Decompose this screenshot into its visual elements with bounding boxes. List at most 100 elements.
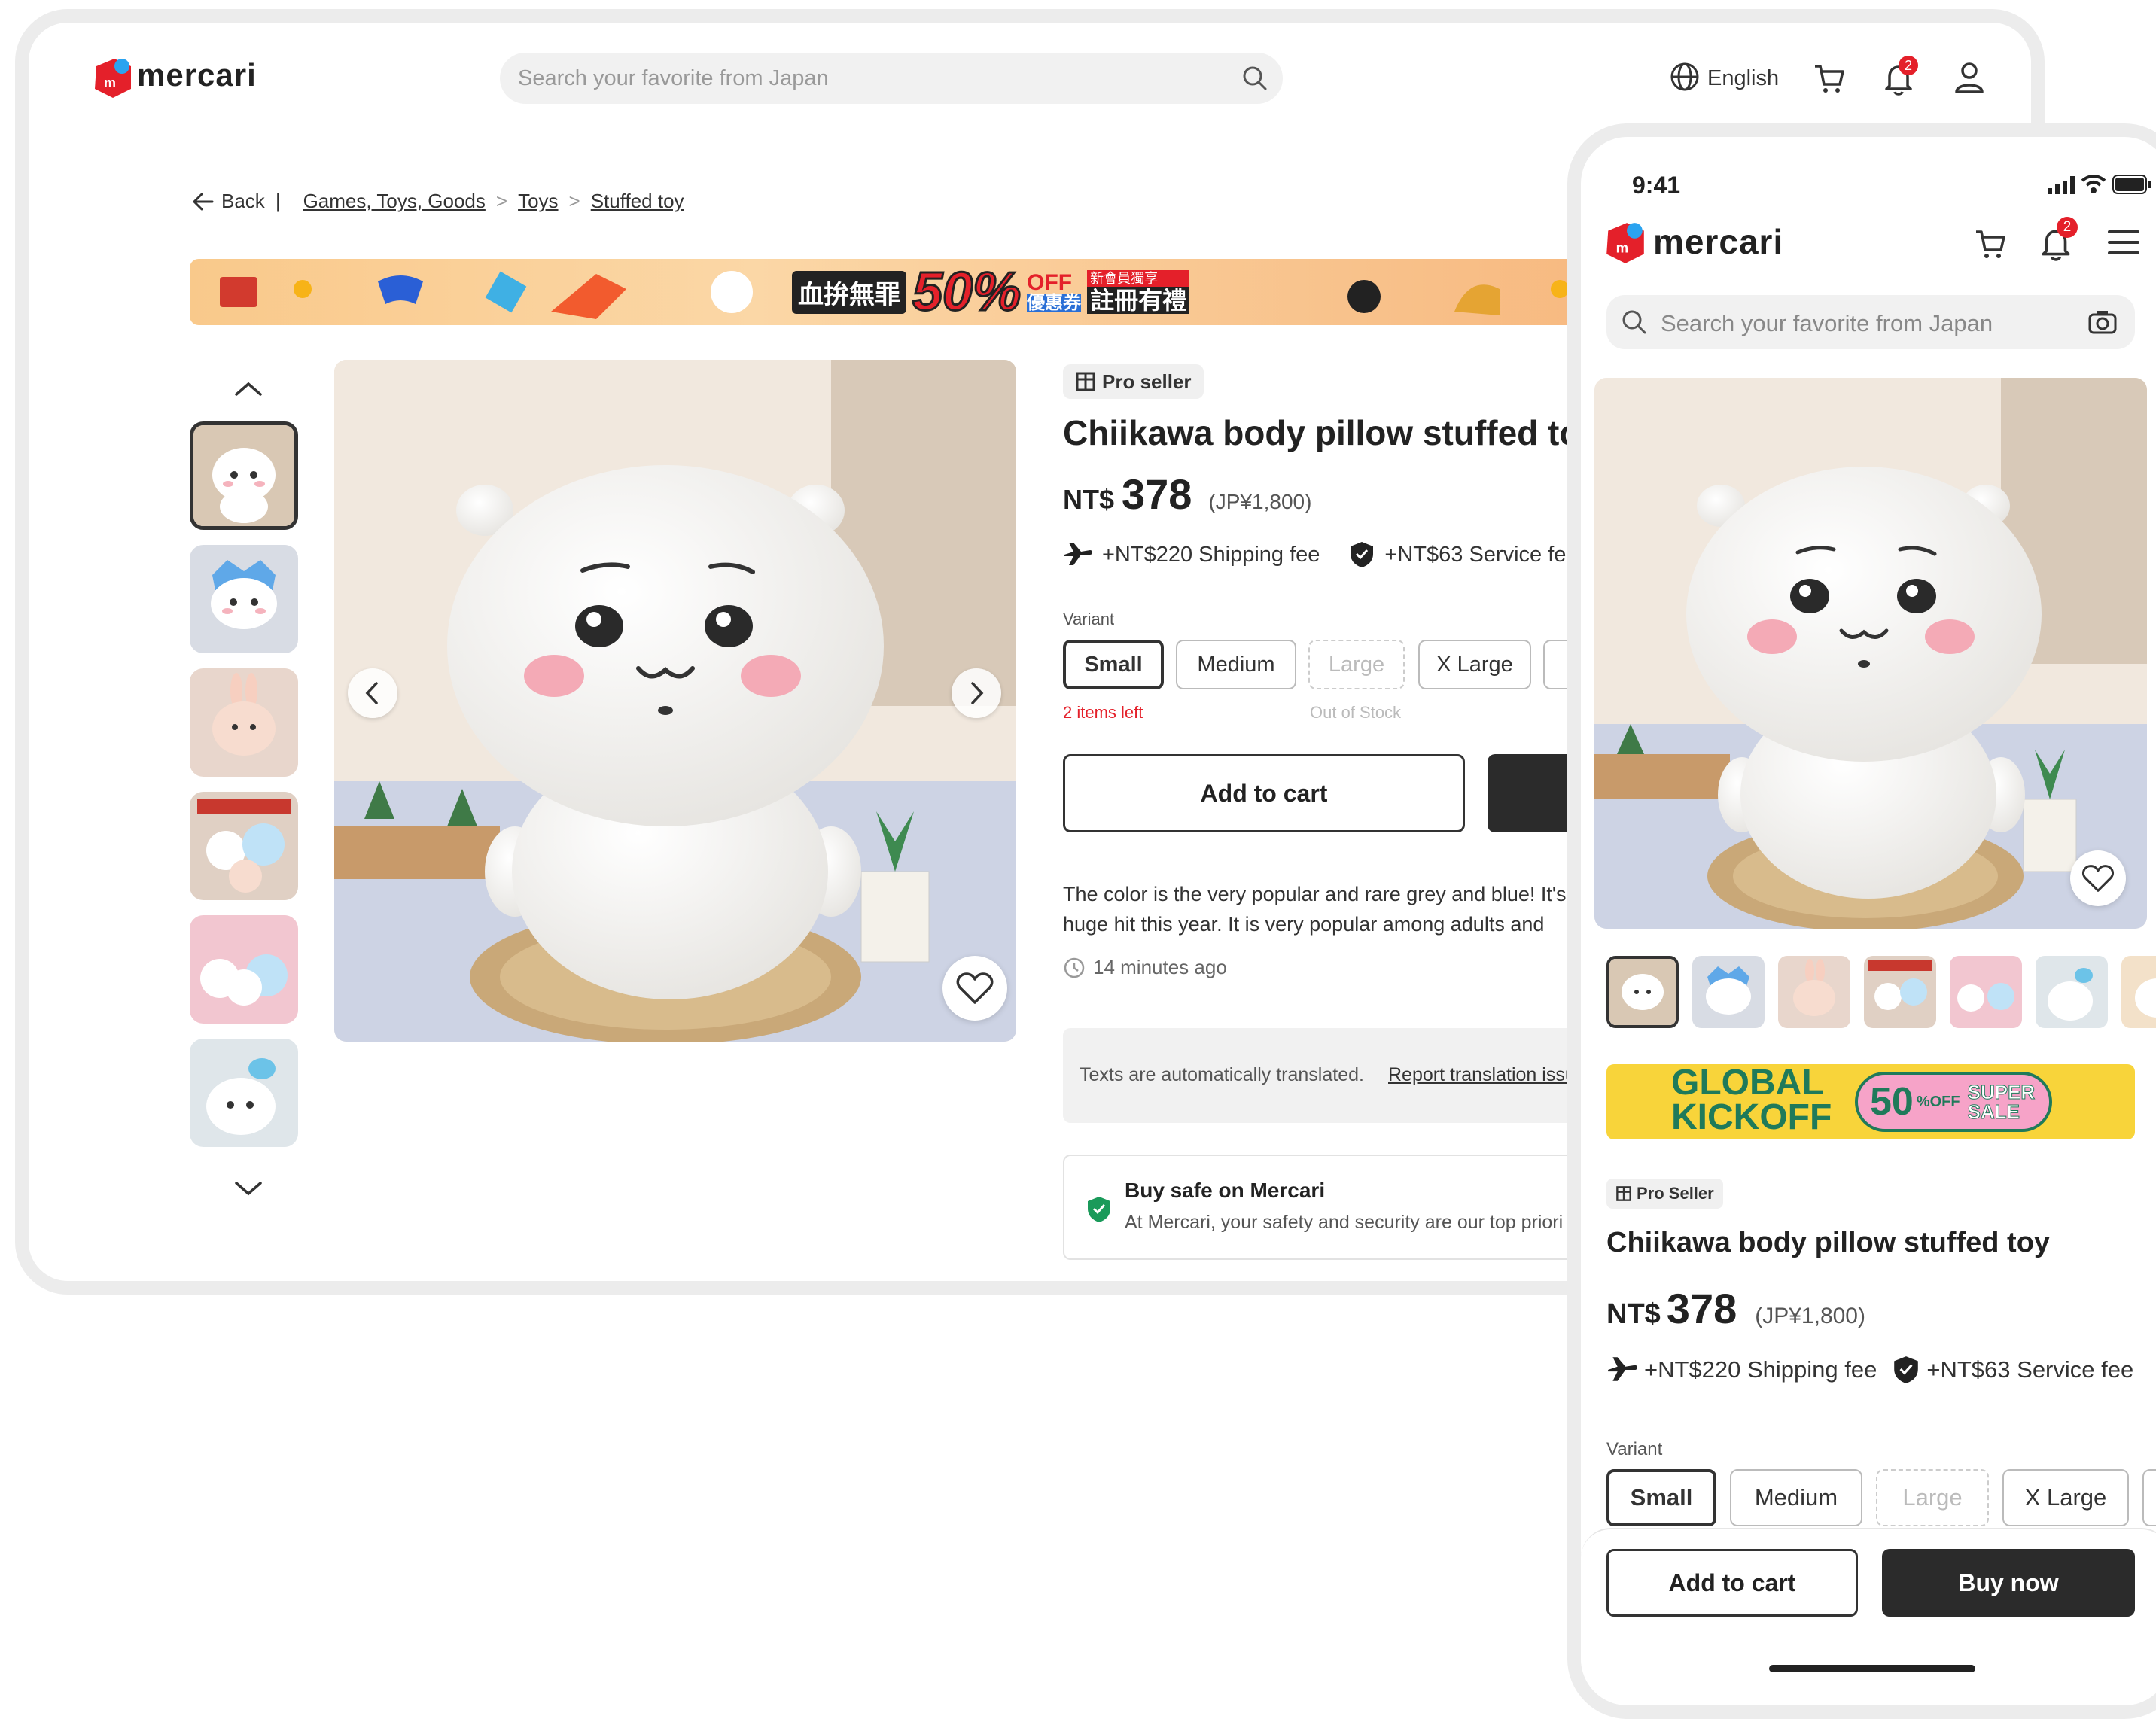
- thumbnail[interactable]: [2036, 956, 2108, 1028]
- back-arrow-icon: [192, 193, 214, 210]
- favorite-button[interactable]: [942, 956, 1007, 1021]
- search-icon[interactable]: [1242, 65, 1268, 91]
- next-image-button[interactable]: [952, 668, 1001, 718]
- fees-row: +NT$220 Shipping fee +NT$63 Service fee: [1606, 1355, 2133, 1385]
- prev-image-button[interactable]: [348, 668, 397, 718]
- plush-thumbnail-image: [2121, 956, 2156, 1028]
- chevron-right-icon: >: [568, 190, 580, 212]
- notifications[interactable]: 2: [1883, 56, 1921, 96]
- cart-icon[interactable]: [1813, 62, 1846, 95]
- thumbnail[interactable]: [190, 668, 298, 777]
- home-indicator: [1769, 1665, 1975, 1672]
- language-label: English: [1707, 66, 1780, 90]
- buy-safe-title: Buy safe on Mercari: [1125, 1179, 1326, 1202]
- variant-option[interactable]: Large: [1876, 1469, 1989, 1526]
- variant-option[interactable]: Large: [1308, 640, 1405, 689]
- variant-label: Variant: [1063, 610, 1115, 628]
- variant-option[interactable]: Medium: [1730, 1469, 1862, 1526]
- main-product-image[interactable]: [334, 360, 1016, 1042]
- breadcrumb: Back | Games, Toys, Goods > Toys > Stuff…: [191, 190, 684, 213]
- thumbnail[interactable]: [190, 915, 298, 1024]
- add-to-cart-button[interactable]: Add to cart: [1063, 754, 1465, 832]
- thumbnail[interactable]: [1864, 956, 1936, 1028]
- back-link[interactable]: Back: [191, 190, 265, 213]
- thumbnail[interactable]: [190, 545, 298, 653]
- chevron-up-icon[interactable]: [233, 379, 263, 397]
- search-input[interactable]: Search your favorite from Japan: [518, 66, 829, 91]
- chevron-left-icon: [365, 682, 378, 704]
- thumbnail[interactable]: [190, 421, 298, 530]
- price-currency: NT$: [1063, 484, 1115, 515]
- breadcrumb-item[interactable]: Stuffed toy: [591, 190, 684, 213]
- user-icon[interactable]: [1954, 62, 1984, 95]
- plush-thumbnail-image: [190, 668, 298, 777]
- heart-icon: [2082, 865, 2114, 892]
- thumbnail[interactable]: [1606, 956, 1679, 1028]
- signal-icon: [2048, 176, 2075, 194]
- chevron-right-icon: [971, 682, 984, 704]
- thumbnail[interactable]: [190, 792, 298, 900]
- notification-badge: 2: [2057, 217, 2078, 238]
- promo-banner[interactable]: 血拚無罪 50% OFF 優惠券 新會員獨享 註冊有禮: [190, 259, 1605, 325]
- price: NT$ 378 (JP¥1,800): [1606, 1284, 1865, 1333]
- thumbnail[interactable]: [190, 1039, 298, 1147]
- thumbnail[interactable]: [1950, 956, 2022, 1028]
- thumbnail[interactable]: [2121, 956, 2156, 1028]
- plush-thumbnail-image: [1609, 959, 1676, 1025]
- breadcrumb-item[interactable]: Toys: [518, 190, 558, 213]
- mobile-logo[interactable]: m mercari: [1603, 220, 1829, 268]
- breadcrumb-item[interactable]: Games, Toys, Goods: [303, 190, 486, 213]
- shield-icon: [1894, 1356, 1919, 1383]
- translation-note: Texts are automatically translated.: [1080, 1064, 1364, 1085]
- variant-option[interactable]: [2142, 1469, 2156, 1526]
- plush-thumbnail-image: [1778, 956, 1850, 1028]
- fees-row: +NT$220 Shipping fee +NT$63 Service fee: [1063, 540, 1579, 569]
- plush-photo: [1594, 378, 2147, 929]
- banner-text-f: 註冊有禮: [1087, 287, 1190, 314]
- variant-option[interactable]: Small: [1063, 640, 1164, 689]
- shipping-fee: +NT$220 Shipping fee: [1644, 1356, 1877, 1383]
- plush-thumbnail-image: [190, 792, 298, 900]
- logo-text: mercari: [137, 57, 257, 93]
- report-translation-link[interactable]: Report translation issu: [1388, 1064, 1576, 1086]
- promo-percent: 50: [1870, 1080, 1914, 1124]
- site-logo[interactable]: m mercari: [92, 56, 273, 101]
- variant-option[interactable]: X Large: [1418, 640, 1531, 689]
- shipping-fee: +NT$220 Shipping fee: [1102, 542, 1320, 567]
- banner-text: 血拚無罪 50% OFF 優惠券 新會員獨享 註冊有禮: [792, 261, 1190, 324]
- heart-icon: [956, 972, 994, 1004]
- search-bar[interactable]: Search your favorite from Japan: [500, 53, 1283, 104]
- thumbnail[interactable]: [1692, 956, 1765, 1028]
- promo-line-2: KICKOFF: [1671, 1097, 1832, 1137]
- favorite-button[interactable]: [2070, 850, 2126, 906]
- service-fee: +NT$63 Service fee: [1384, 542, 1579, 567]
- bottom-action-bar: Add to cart Buy now: [1581, 1528, 2156, 1705]
- mobile-product-image[interactable]: [1594, 378, 2147, 929]
- shield-check-icon: [1088, 1197, 1110, 1222]
- language-selector[interactable]: English: [1670, 62, 1783, 95]
- promo-headline: GLOBAL KICKOFF: [1671, 1065, 1832, 1137]
- notifications[interactable]: 2: [2040, 217, 2079, 262]
- banner-text-d: 優惠券: [1027, 293, 1082, 313]
- banner-text-e: 新會員獨享: [1087, 270, 1190, 287]
- buy-now-button[interactable]: Buy now: [1882, 1549, 2135, 1617]
- menu-icon[interactable]: [2108, 229, 2139, 256]
- out-of-stock-note: Out of Stock: [1310, 703, 1402, 722]
- variant-option[interactable]: Small: [1606, 1469, 1716, 1526]
- banner-coupon: OFF 優惠券: [1027, 272, 1082, 313]
- mobile-search-bar[interactable]: Search your favorite from Japan: [1606, 295, 2135, 349]
- variant-option[interactable]: X Large: [2002, 1469, 2129, 1526]
- thumbnail[interactable]: [1778, 956, 1850, 1028]
- cart-icon[interactable]: [1974, 227, 2007, 260]
- chevron-down-icon[interactable]: [233, 1180, 263, 1198]
- variant-option[interactable]: Medium: [1176, 640, 1296, 689]
- add-to-cart-button[interactable]: Add to cart: [1606, 1549, 1858, 1617]
- plush-thumbnail-image: [190, 1039, 298, 1147]
- mobile-promo-banner[interactable]: GLOBAL KICKOFF 50 %OFF SUPER SALE: [1606, 1064, 2135, 1139]
- product-title: Chiikawa body pillow stuffed toy: [1606, 1227, 2051, 1258]
- search-input[interactable]: Search your favorite from Japan: [1661, 310, 1993, 337]
- promo-sale: SALE: [1967, 1100, 2020, 1123]
- camera-icon[interactable]: [2088, 309, 2117, 335]
- mercari-logo-icon: m: [1606, 223, 1644, 263]
- price-currency: NT$: [1606, 1298, 1661, 1330]
